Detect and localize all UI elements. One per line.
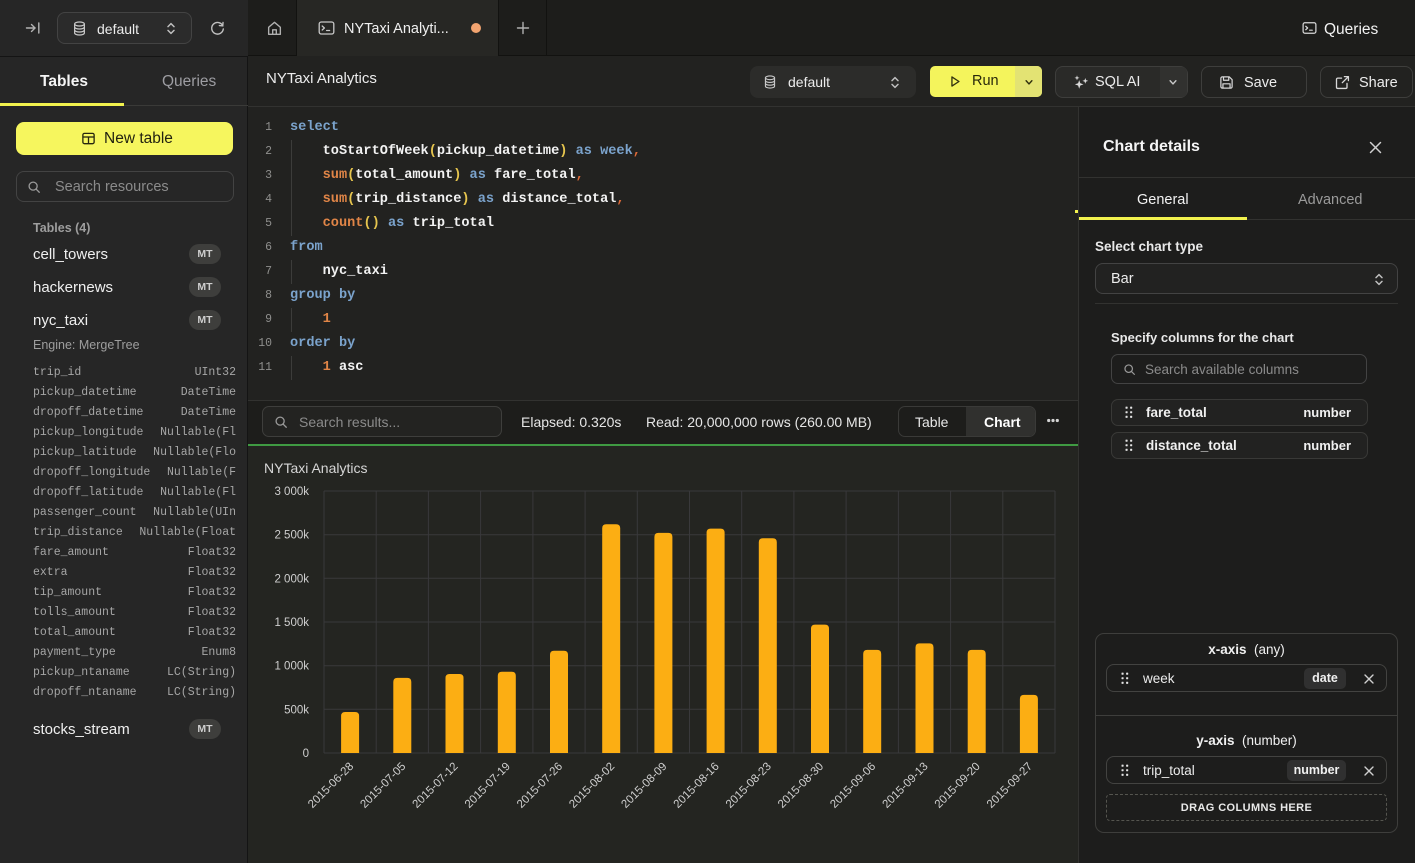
- svg-text:2015-08-09: 2015-08-09: [619, 761, 669, 811]
- svg-text:2015-08-16: 2015-08-16: [672, 761, 722, 811]
- svg-text:2 000k: 2 000k: [274, 573, 309, 585]
- svg-text:2 500k: 2 500k: [274, 530, 309, 542]
- svg-text:2015-08-23: 2015-08-23: [724, 761, 774, 811]
- svg-text:2015-07-26: 2015-07-26: [515, 761, 565, 811]
- svg-text:2015-07-12: 2015-07-12: [411, 761, 461, 811]
- svg-text:500k: 500k: [284, 704, 309, 716]
- svg-text:0: 0: [303, 748, 309, 760]
- svg-text:2015-09-06: 2015-09-06: [828, 761, 878, 811]
- svg-text:2015-08-02: 2015-08-02: [567, 761, 617, 811]
- svg-text:1 000k: 1 000k: [274, 661, 309, 673]
- svg-text:3 000k: 3 000k: [274, 486, 309, 498]
- svg-text:2015-06-28: 2015-06-28: [306, 761, 356, 811]
- svg-text:2015-08-30: 2015-08-30: [776, 761, 826, 811]
- svg-text:2015-07-05: 2015-07-05: [358, 761, 408, 811]
- svg-text:1 500k: 1 500k: [274, 617, 309, 629]
- svg-text:2015-09-27: 2015-09-27: [985, 761, 1035, 811]
- svg-text:2015-09-20: 2015-09-20: [933, 761, 983, 811]
- svg-text:2015-07-19: 2015-07-19: [463, 761, 513, 811]
- svg-text:2015-09-13: 2015-09-13: [881, 761, 931, 811]
